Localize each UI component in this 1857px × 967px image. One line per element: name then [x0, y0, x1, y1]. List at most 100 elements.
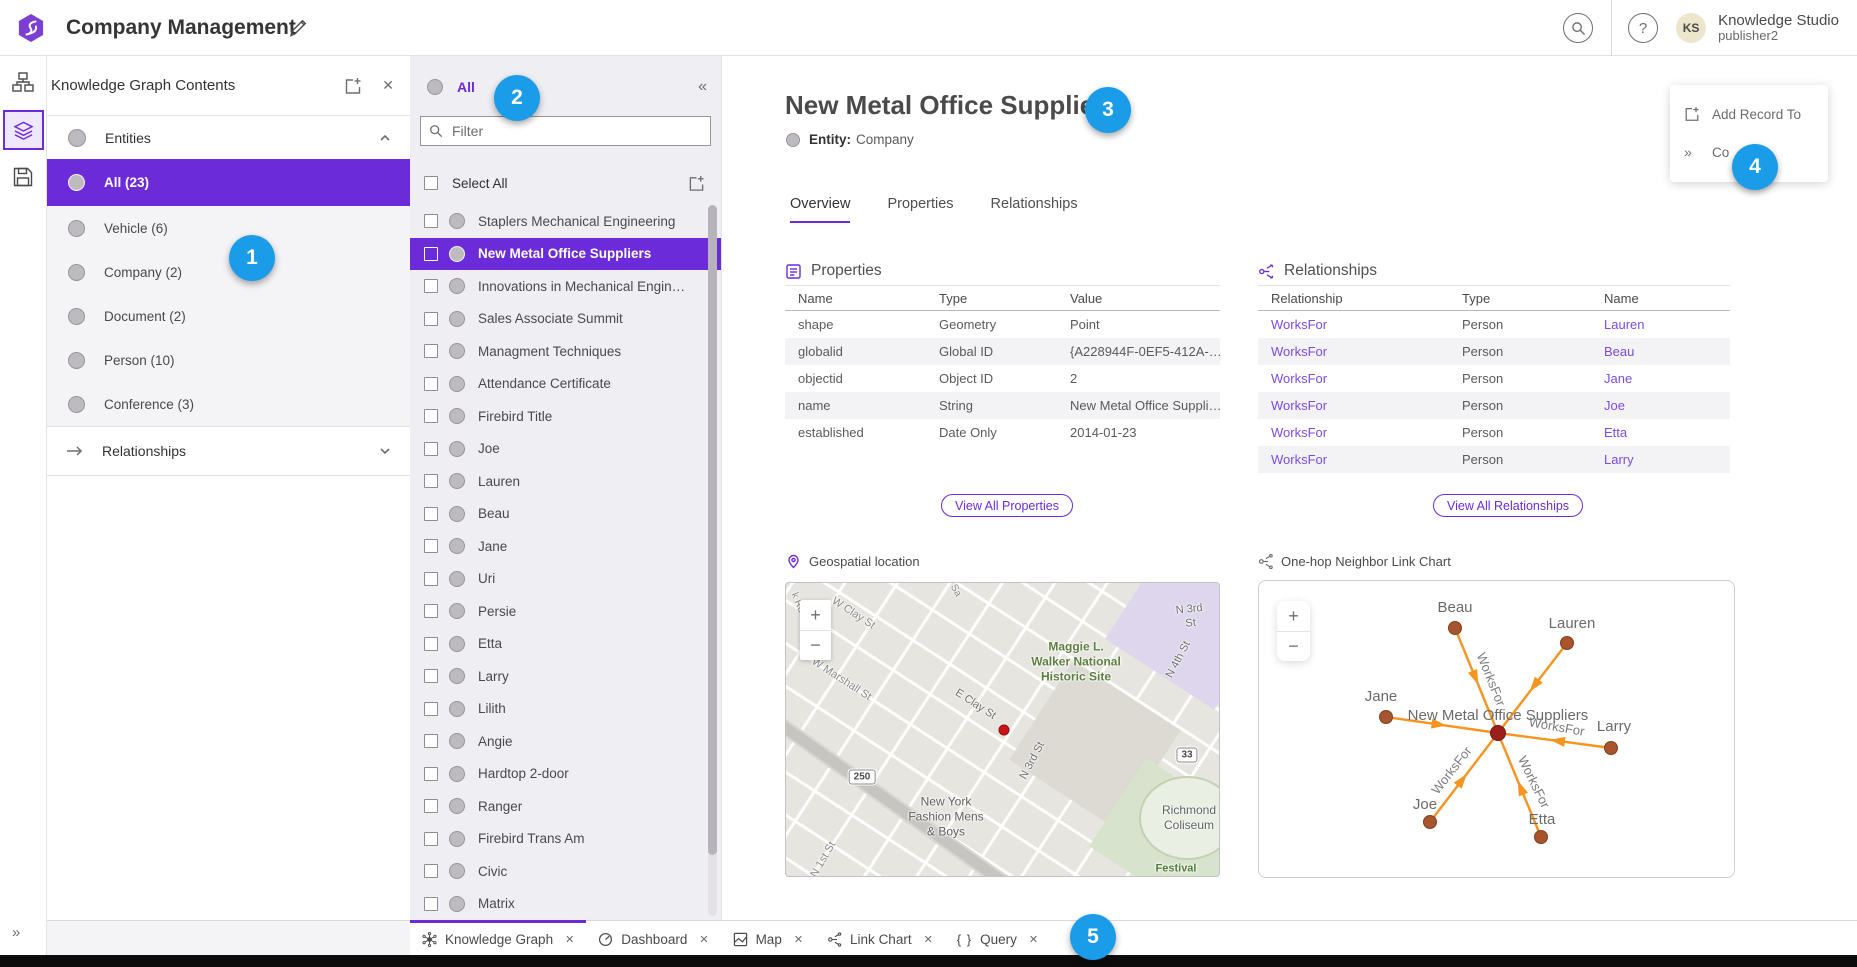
view-tab-query[interactable]: { }Query✕	[945, 920, 1050, 956]
view-tab-map[interactable]: Map✕	[721, 920, 815, 956]
cell-link[interactable]: Larry	[1591, 452, 1730, 467]
search-button[interactable]	[1563, 13, 1593, 43]
item-checkbox[interactable]	[424, 442, 438, 456]
list-item[interactable]: Beau	[410, 498, 721, 531]
view-tab-link-chart[interactable]: Link Chart✕	[815, 920, 945, 956]
list-item[interactable]: Persie	[410, 595, 721, 628]
list-item[interactable]: New Metal Office Suppliers	[410, 238, 721, 271]
entity-type-row[interactable]: Person (10)	[47, 338, 410, 382]
app-logo-icon[interactable]	[16, 13, 46, 43]
list-item[interactable]: Etta	[410, 628, 721, 661]
list-item[interactable]: Sales Associate Summit	[410, 303, 721, 336]
item-checkbox[interactable]	[424, 604, 438, 618]
entity-type-row[interactable]: Vehicle (6)	[47, 206, 410, 250]
data-model-icon[interactable]	[12, 71, 34, 93]
zoom-out-button[interactable]: −	[800, 630, 831, 660]
tab-relationships[interactable]: Relationships	[991, 196, 1078, 223]
list-item[interactable]: Staplers Mechanical Engineering	[410, 205, 721, 238]
item-checkbox[interactable]	[424, 864, 438, 878]
item-checkbox[interactable]	[424, 734, 438, 748]
item-checkbox[interactable]	[424, 214, 438, 228]
close-icon[interactable]: ✕	[924, 933, 933, 946]
cell-link[interactable]: Jane	[1591, 371, 1730, 386]
layers-tool-selected[interactable]	[3, 110, 44, 150]
cell-link[interactable]: WorksFor	[1258, 452, 1449, 467]
cell-link[interactable]: Beau	[1591, 344, 1730, 359]
view-all-properties-button[interactable]: View All Properties	[941, 494, 1073, 517]
cell-link[interactable]: WorksFor	[1258, 371, 1449, 386]
help-button[interactable]: ?	[1628, 13, 1658, 43]
item-checkbox[interactable]	[424, 572, 438, 586]
save-icon[interactable]	[12, 166, 34, 188]
list-item[interactable]: Managment Techniques	[410, 335, 721, 368]
geospatial-map[interactable]: k RdW Clay StSaN 3rd StN 4th StMaggie L.…	[785, 582, 1220, 877]
close-icon[interactable]: ✕	[794, 933, 803, 946]
list-item[interactable]: Innovations in Mechanical Engin…	[410, 270, 721, 303]
list-item[interactable]: Ranger	[410, 790, 721, 823]
item-checkbox[interactable]	[424, 409, 438, 423]
list-item[interactable]: Hardtop 2-door	[410, 758, 721, 791]
view-tab-dashboard[interactable]: Dashboard✕	[586, 920, 720, 956]
item-checkbox[interactable]	[424, 312, 438, 326]
view-all-relationships-button[interactable]: View All Relationships	[1433, 494, 1583, 517]
item-checkbox[interactable]	[424, 539, 438, 553]
list-item[interactable]: Firebird Title	[410, 400, 721, 433]
item-checkbox[interactable]	[424, 279, 438, 293]
list-item[interactable]: Lilith	[410, 693, 721, 726]
cell-link[interactable]: WorksFor	[1258, 398, 1449, 413]
chevron-down-icon[interactable]	[378, 444, 392, 458]
cell-link[interactable]: WorksFor	[1258, 344, 1449, 359]
cell-link[interactable]: WorksFor	[1258, 317, 1449, 332]
entity-type-row[interactable]: Document (2)	[47, 294, 410, 338]
close-icon[interactable]: ✕	[1029, 933, 1038, 946]
add-record-icon[interactable]	[344, 77, 362, 95]
user-menu[interactable]: Knowledge Studio publisher2	[1718, 12, 1839, 44]
cell-link[interactable]: Joe	[1591, 398, 1730, 413]
close-panel-icon[interactable]: ✕	[382, 77, 394, 94]
list-item[interactable]: Civic	[410, 855, 721, 888]
rail-expand-button[interactable]: »	[12, 924, 18, 941]
item-checkbox[interactable]	[424, 247, 438, 261]
entity-type-row[interactable]: All (23)	[47, 159, 410, 206]
cell-link[interactable]: Etta	[1591, 425, 1730, 440]
item-checkbox[interactable]	[424, 799, 438, 813]
item-checkbox[interactable]	[424, 474, 438, 488]
item-checkbox[interactable]	[424, 767, 438, 781]
list-item[interactable]: Larry	[410, 660, 721, 693]
close-icon[interactable]: ✕	[565, 933, 574, 946]
item-checkbox[interactable]	[424, 669, 438, 683]
item-checkbox[interactable]	[424, 377, 438, 391]
entities-section-header[interactable]: Entities	[47, 116, 410, 159]
list-item[interactable]: Jane	[410, 530, 721, 563]
list-item[interactable]: Matrix	[410, 888, 721, 921]
list-item[interactable]: Firebird Trans Am	[410, 823, 721, 856]
scrollbar-thumb[interactable]	[708, 205, 717, 855]
add-record-icon[interactable]	[688, 175, 705, 192]
tab-overview[interactable]: Overview	[790, 196, 850, 223]
close-icon[interactable]: ✕	[699, 933, 708, 946]
link-chart[interactable]: WorksForWorksForWorksForWorksForBeauLaur…	[1258, 580, 1735, 878]
list-item[interactable]: Lauren	[410, 465, 721, 498]
chevron-up-icon[interactable]	[378, 131, 392, 145]
view-tab-knowledge-graph[interactable]: Knowledge Graph✕	[410, 920, 586, 956]
item-checkbox[interactable]	[424, 344, 438, 358]
avatar[interactable]: KS	[1676, 13, 1706, 43]
zoom-in-button[interactable]: +	[1277, 601, 1310, 631]
filter-input[interactable]	[452, 123, 702, 139]
collapse-panel-icon[interactable]: «	[698, 78, 707, 96]
item-checkbox[interactable]	[424, 832, 438, 846]
item-checkbox[interactable]	[424, 897, 438, 911]
edit-title-icon[interactable]	[288, 18, 308, 38]
cell-link[interactable]: WorksFor	[1258, 425, 1449, 440]
tab-properties[interactable]: Properties	[887, 196, 953, 223]
zoom-out-button[interactable]: −	[1277, 631, 1310, 661]
menu-item-add-record-to[interactable]: Add Record To	[1670, 95, 1828, 133]
item-checkbox[interactable]	[424, 507, 438, 521]
cell-link[interactable]: Lauren	[1591, 317, 1730, 332]
list-item[interactable]: Angie	[410, 725, 721, 758]
item-checkbox[interactable]	[424, 702, 438, 716]
zoom-in-button[interactable]: +	[800, 600, 831, 630]
entity-type-row[interactable]: Conference (3)	[47, 382, 410, 426]
list-item[interactable]: Joe	[410, 433, 721, 466]
select-all-checkbox[interactable]	[424, 176, 438, 190]
